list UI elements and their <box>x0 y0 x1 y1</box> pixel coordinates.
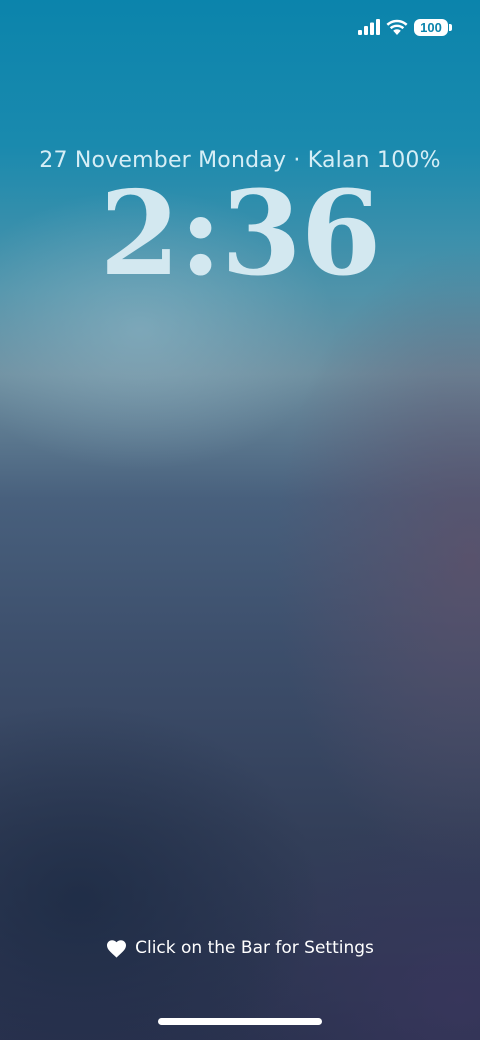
home-indicator-bar[interactable] <box>158 1018 322 1025</box>
cellular-signal-icon <box>358 19 380 35</box>
heart-icon <box>107 939 127 958</box>
clock-time: 2:36 <box>99 166 382 302</box>
settings-hint[interactable]: Click on the Bar for Settings <box>0 938 480 958</box>
wifi-icon <box>386 19 408 35</box>
battery-level-text: 100 <box>420 19 442 35</box>
settings-hint-text: Click on the Bar for Settings <box>135 938 374 958</box>
lock-screen: 100 27 November Monday · Kalan 100% 2:36… <box>0 0 480 1040</box>
status-bar: 100 <box>358 16 452 38</box>
battery-icon: 100 <box>414 18 452 36</box>
